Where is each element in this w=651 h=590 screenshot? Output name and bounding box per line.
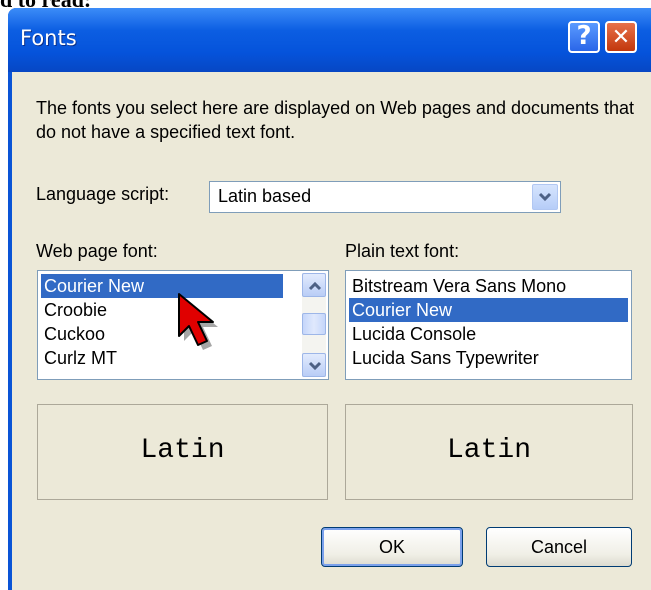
close-button[interactable]: ✕ xyxy=(605,21,637,53)
list-item[interactable]: Bitstream Vera Sans Mono xyxy=(349,274,628,298)
fonts-dialog: Fonts ? ✕ The fonts you select here are … xyxy=(8,8,651,590)
chevron-down-icon xyxy=(538,192,552,202)
dropdown-button[interactable] xyxy=(532,184,558,210)
language-script-value: Latin based xyxy=(218,186,312,206)
plain-font-preview-text: Latin xyxy=(446,435,531,466)
list-item[interactable]: Courier New xyxy=(41,274,283,298)
title-bar[interactable]: Fonts ? ✕ xyxy=(8,8,651,72)
language-script-label: Language script: xyxy=(36,184,170,204)
dialog-title: Fonts xyxy=(20,26,77,50)
dialog-body: The fonts you select here are displayed … xyxy=(12,72,651,590)
scroll-up-button[interactable] xyxy=(302,273,326,297)
plain-text-font-list[interactable]: Bitstream Vera Sans Mono Courier New Luc… xyxy=(345,270,632,380)
help-icon: ? xyxy=(576,21,592,51)
list-item[interactable]: Croobie xyxy=(41,298,283,322)
list-item[interactable]: Lucida Sans Typewriter xyxy=(349,346,628,370)
list-item[interactable]: Curlz MT xyxy=(41,346,283,370)
list-item[interactable]: Courier New xyxy=(349,298,628,322)
scroll-down-button[interactable] xyxy=(302,353,326,377)
scroll-thumb[interactable] xyxy=(302,313,326,335)
mouse-cursor-icon xyxy=(178,293,218,350)
chevron-down-icon xyxy=(308,361,322,371)
vertical-scrollbar[interactable] xyxy=(302,273,326,377)
list-item[interactable]: Lucida Console xyxy=(349,322,628,346)
list-item[interactable]: Cuckoo xyxy=(41,322,283,346)
plain-font-preview: Latin xyxy=(345,404,633,500)
plain-text-font-label: Plain text font: xyxy=(345,241,460,261)
help-button[interactable]: ? xyxy=(568,21,600,53)
web-font-preview-text: Latin xyxy=(140,435,225,466)
chevron-up-icon xyxy=(308,281,322,291)
web-font-preview: Latin xyxy=(37,404,328,500)
cancel-button[interactable]: Cancel xyxy=(486,527,632,567)
ok-button[interactable]: OK xyxy=(321,527,463,567)
language-script-select[interactable]: Latin based xyxy=(209,181,561,213)
description-text: The fonts you select here are displayed … xyxy=(36,98,635,142)
close-icon: ✕ xyxy=(611,25,631,50)
web-page-font-label: Web page font: xyxy=(36,241,158,261)
